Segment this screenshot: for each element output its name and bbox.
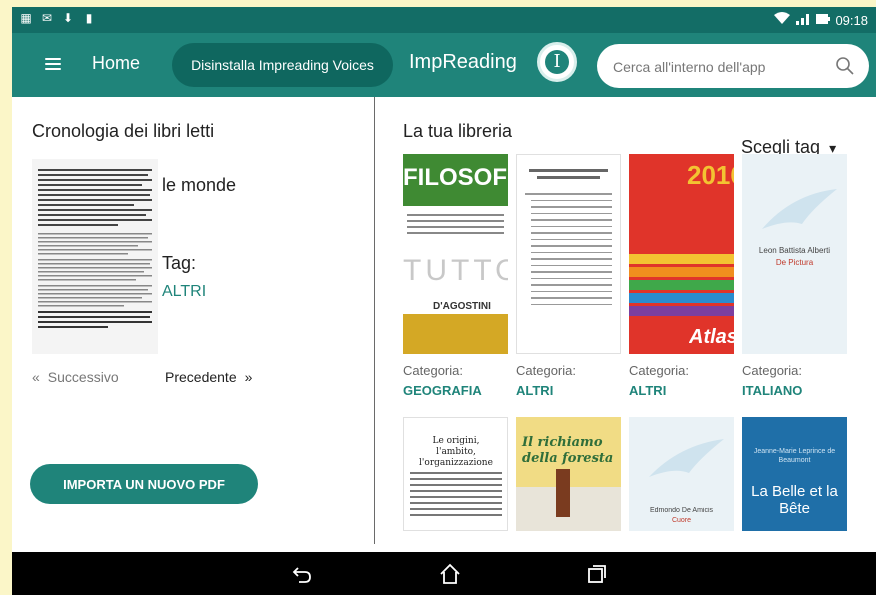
cover-1-title: FILOSOFIA — [403, 164, 508, 191]
book-cover-4[interactable]: Leon Battista Alberti De Pictura — [742, 154, 847, 354]
tag-label: Tag: — [162, 253, 197, 273]
cover-5-title: Le origini, l'ambito, l'organizzazione — [419, 436, 493, 468]
mail-icon: ✉ — [41, 11, 53, 25]
successivo-label: Successivo — [47, 369, 119, 385]
import-pdf-button[interactable]: IMPORTA UN NUOVO PDF — [30, 464, 258, 504]
cover-1-text — [403, 206, 508, 254]
book-1-category: GEOGRAFIA — [403, 383, 482, 398]
precedente-button[interactable]: Precedente » — [165, 369, 252, 385]
home-icon[interactable] — [438, 562, 462, 586]
book-cover-7[interactable]: Edmondo De Amicis Cuore — [629, 417, 734, 531]
download-icon: ⬇ — [62, 11, 74, 25]
book-cover-5[interactable]: Le origini, l'ambito, l'organizzazione — [403, 417, 508, 531]
cover-3-brand: Atlas — [689, 326, 734, 348]
home-link[interactable]: Home — [92, 53, 140, 74]
history-panel: Cronologia dei libri letti le monde Tag:… — [12, 97, 374, 552]
last-read-title[interactable]: le monde — [162, 175, 236, 196]
library-panel: La tua libreria Scegli tag ▾ FILOSOFIA T… — [375, 97, 876, 552]
cover-1-footer — [403, 314, 508, 354]
gallery-icon: ▦ — [20, 11, 32, 25]
book-3-category-label: Categoria: — [629, 363, 689, 378]
book-cover-1[interactable]: FILOSOFIA TUTTO D'AGOSTINI — [403, 154, 508, 354]
menu-icon[interactable] — [45, 55, 61, 75]
book-1-category-label: Categoria: — [403, 363, 463, 378]
book-cover-8[interactable]: Jeanne-Marie Leprince de Beaumont La Bel… — [742, 417, 847, 531]
cover-8-author: Jeanne-Marie Leprince de Beaumont — [753, 448, 836, 464]
battery-icon — [816, 13, 831, 28]
clock-time: 09:18 — [835, 12, 868, 28]
cover-1-publisher: D'AGOSTINI — [433, 301, 491, 312]
book-cover-6[interactable]: Il richiamo della foresta — [516, 417, 621, 531]
cover-4-author: Leon Battista Alberti — [758, 246, 831, 255]
last-read-thumbnail[interactable] — [32, 159, 158, 354]
cover-3-stripe-2 — [629, 267, 734, 277]
wifi-icon — [774, 12, 791, 28]
bird-illustration — [649, 439, 724, 477]
cover-6-title: Il richiamo della foresta — [522, 435, 614, 466]
search-box[interactable] — [597, 44, 869, 88]
cover-3-year: 2016 — [687, 160, 734, 190]
app-title: ImpReading — [409, 51, 517, 73]
book-cover-3[interactable]: 2016 Atlas — [629, 154, 734, 354]
precedente-label: Precedente — [165, 369, 237, 385]
status-bar: ▦ ✉ ⬇ ▮ 09:18 — [12, 7, 876, 33]
book-3-category: ALTRI — [629, 383, 667, 398]
app-logo[interactable]: I — [537, 42, 577, 82]
book-2-category-label: Categoria: — [516, 363, 576, 378]
book-cover-2[interactable] — [516, 154, 621, 354]
bird-illustration — [762, 189, 837, 229]
cover-3-stripe-3 — [629, 280, 734, 290]
system-nav-bar — [12, 552, 876, 595]
logo-letter: I — [545, 50, 569, 74]
page-text-illustration — [38, 169, 152, 328]
book-2-category: ALTRI — [516, 383, 554, 398]
book-4-category-label: Categoria: — [742, 363, 802, 378]
cover-8-title: La Belle et la Bête — [751, 483, 838, 517]
search-icon[interactable] — [835, 56, 855, 76]
cover-3-stripe-4 — [629, 293, 734, 303]
signal-icon — [795, 12, 811, 28]
cover-7-author: Edmondo De Amicis — [649, 507, 714, 514]
back-icon[interactable] — [290, 562, 314, 586]
app-bar: Home Disinstalla Impreading Voices ImpRe… — [12, 33, 876, 97]
chevron-right-icon: » — [244, 369, 253, 385]
search-input[interactable] — [611, 56, 835, 78]
book-4-category: ITALIANO — [742, 383, 803, 398]
uninstall-voices-button[interactable]: Disinstalla Impreading Voices — [172, 43, 393, 87]
tag-value: ALTRI — [162, 283, 207, 300]
library-heading: La tua libreria — [403, 121, 513, 141]
app-screen: ▦ ✉ ⬇ ▮ 09:18 Home Disinstalla Impreadin… — [12, 7, 876, 595]
cover-3-stripe-1 — [629, 254, 734, 264]
cover-6-figure — [556, 469, 570, 517]
cover-1-subtitle: TUTTO — [403, 254, 508, 287]
cover-3-stripe-5 — [629, 306, 734, 316]
cover-7-title: Cuore — [671, 517, 692, 524]
history-heading: Cronologia dei libri letti — [32, 121, 215, 141]
chevron-left-icon: « — [32, 369, 40, 385]
cover-4-title: De Pictura — [775, 258, 814, 267]
successivo-button[interactable]: « Successivo — [32, 369, 119, 385]
recent-apps-icon[interactable] — [585, 562, 609, 586]
sd-card-icon: ▮ — [85, 11, 93, 25]
